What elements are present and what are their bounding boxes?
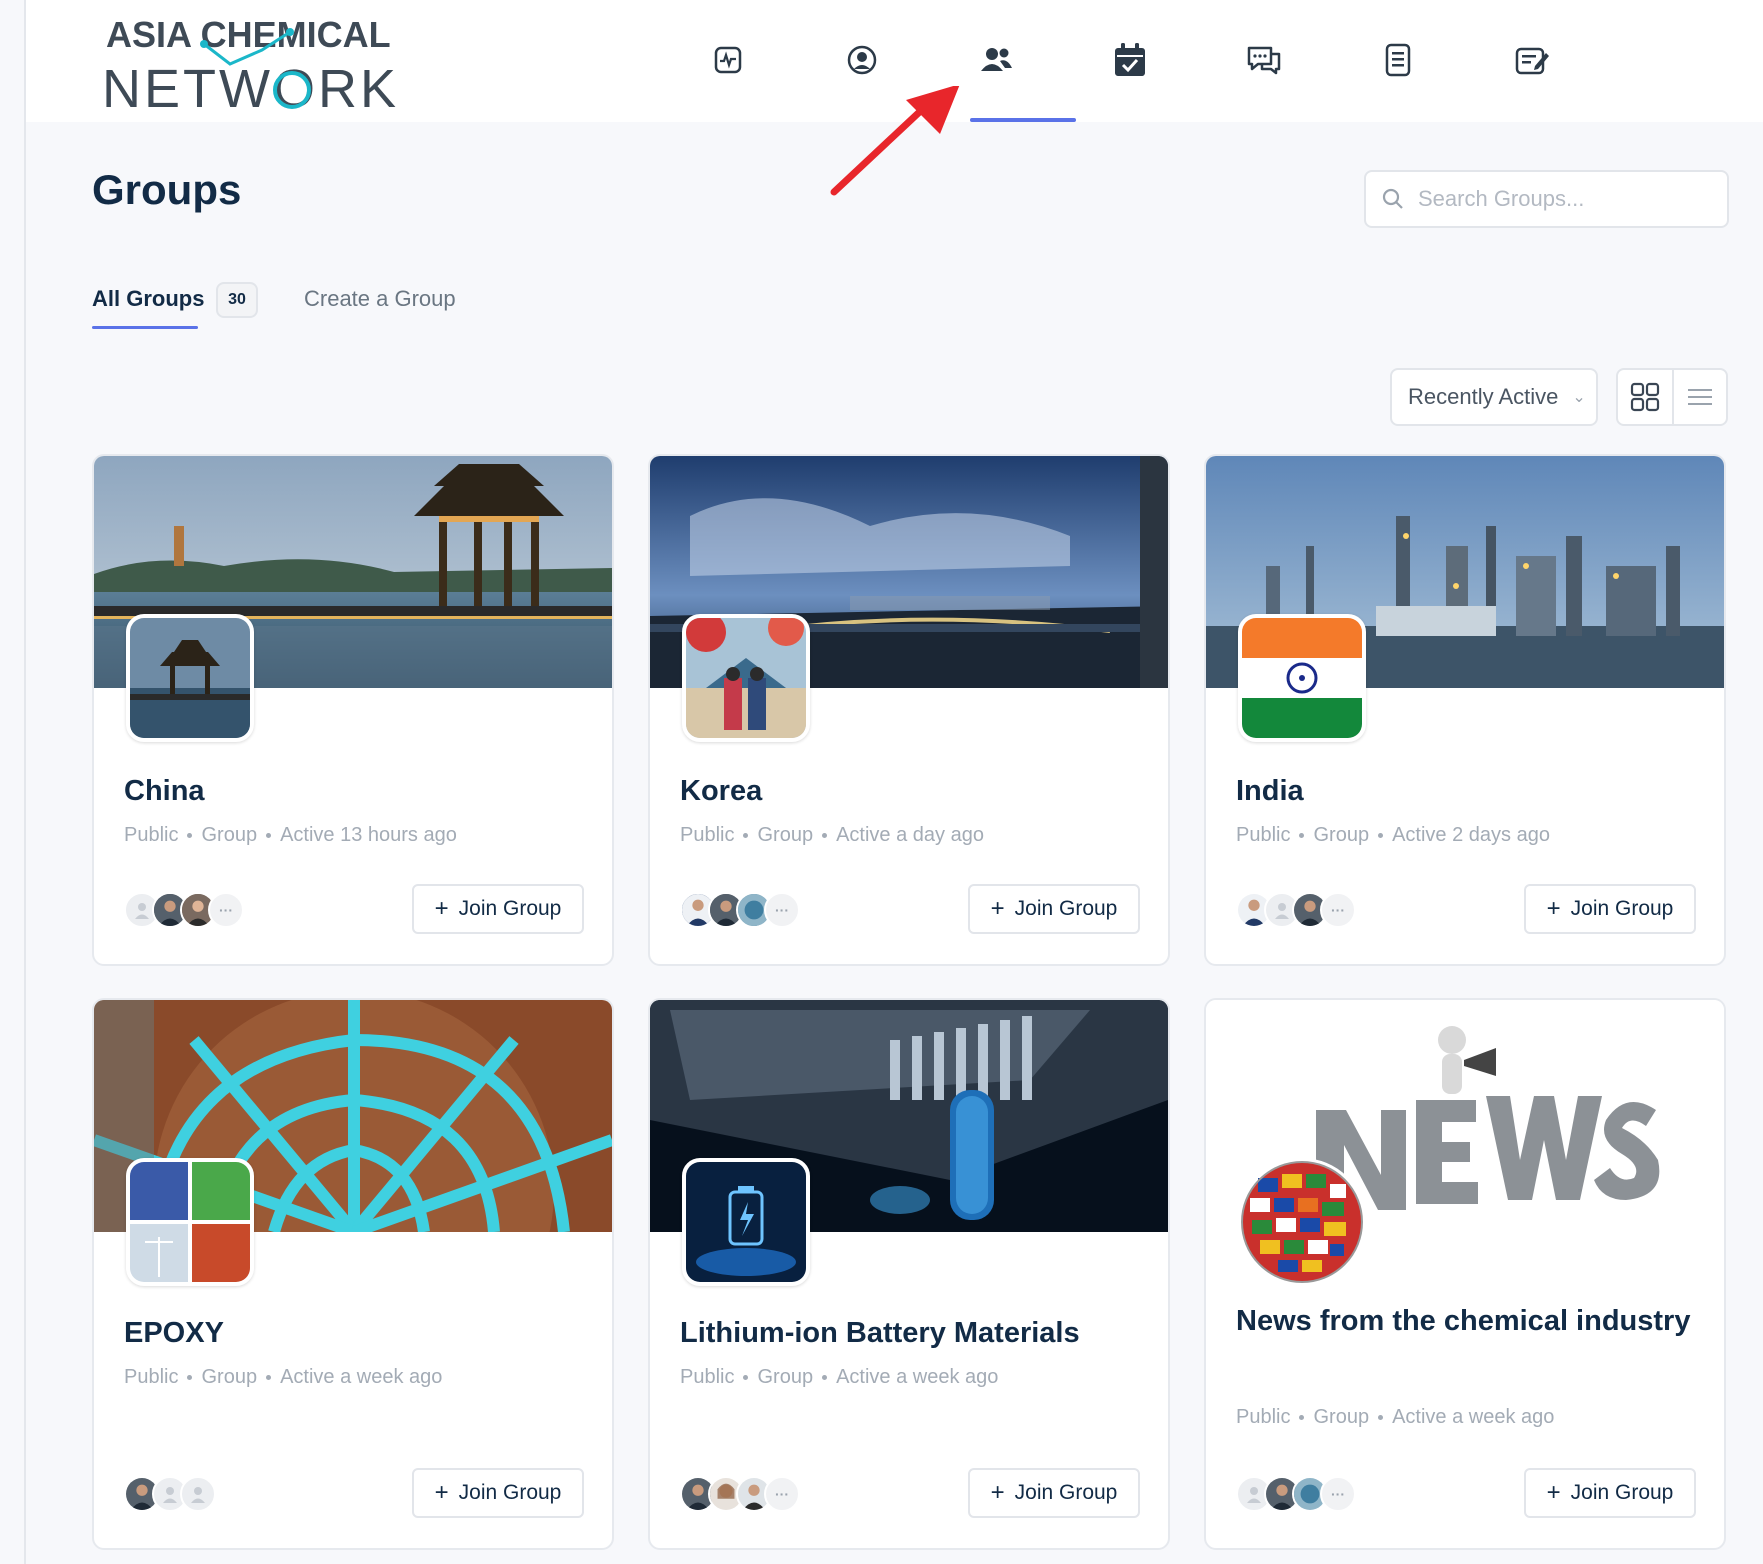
group-card[interactable]: China Public Group Active 13 hours ago ···… [92, 454, 614, 966]
activity-icon[interactable] [706, 38, 750, 82]
group-type: Group [757, 1366, 814, 1388]
group-title[interactable]: Korea [680, 770, 762, 812]
group-meta: Public Group Active 2 days ago [1236, 824, 1550, 847]
group-type: Group [201, 824, 258, 846]
group-visibility: Public [1236, 824, 1291, 846]
messages-icon[interactable] [1242, 38, 1286, 82]
group-type: Group [1313, 1406, 1370, 1428]
join-group-button[interactable]: + Join Group [1524, 1468, 1696, 1518]
group-activity: Active 2 days ago [1392, 824, 1550, 846]
group-visibility: Public [1236, 1406, 1291, 1428]
group-meta: Public Group Active a week ago [1236, 1406, 1554, 1429]
logo-molecule-graphic [200, 28, 311, 109]
group-avatar [1238, 1158, 1366, 1286]
join-group-button[interactable]: + Join Group [412, 1468, 584, 1518]
group-avatar [682, 614, 810, 742]
group-members[interactable]: ··· [124, 890, 244, 930]
member-avatar-placeholder-icon [180, 1476, 216, 1512]
more-members-icon: ··· [1320, 1476, 1356, 1512]
left-border [24, 0, 26, 1564]
sort-dropdown[interactable]: Recently Active ⌄ [1390, 368, 1598, 426]
group-members[interactable]: ··· [680, 1474, 800, 1514]
group-type: Group [1313, 824, 1370, 846]
group-title[interactable]: Lithium-ion Battery Materials [680, 1312, 1080, 1354]
chevron-down-icon: ⌄ [1572, 389, 1586, 406]
group-meta: Public Group Active a day ago [680, 824, 984, 847]
group-members[interactable] [124, 1474, 216, 1514]
join-group-button[interactable]: + Join Group [968, 1468, 1140, 1518]
group-card[interactable]: Lithium-ion Battery Materials Public Grou… [648, 998, 1170, 1550]
active-tab-underline [92, 326, 198, 329]
group-card[interactable]: India Public Group Active 2 days ago ··· +… [1204, 454, 1726, 966]
tab-all-groups[interactable]: All Groups [92, 286, 204, 312]
group-title[interactable]: EPOXY [124, 1312, 224, 1354]
join-group-button[interactable]: + Join Group [412, 884, 584, 934]
group-type: Group [201, 1366, 258, 1388]
group-card[interactable]: Korea Public Group Active a day ago ··· + J… [648, 454, 1170, 966]
group-activity: Active a week ago [1392, 1406, 1555, 1428]
page-title: Groups [92, 166, 242, 213]
group-type: Group [757, 824, 814, 846]
search-box[interactable] [1364, 170, 1729, 228]
search-input[interactable] [1418, 186, 1718, 212]
group-avatar [1238, 614, 1366, 742]
groups-icon[interactable] [974, 38, 1018, 82]
search-icon [1382, 188, 1403, 209]
list-icon [1687, 389, 1712, 405]
grid-view-button[interactable] [1618, 370, 1672, 424]
group-visibility: Public [680, 1366, 735, 1388]
annotation-arrow-icon [830, 86, 960, 196]
join-group-button[interactable]: + Join Group [1524, 884, 1696, 934]
all-groups-count-badge: 30 [216, 282, 258, 318]
app-frame: ASIA CHEMICAL NETWORK Groups Search Grou… [0, 0, 1763, 1564]
list-view-button[interactable] [1671, 370, 1726, 424]
group-visibility: Public [124, 1366, 179, 1388]
group-card[interactable]: News from the chemical industry Public Gr… [1204, 998, 1726, 1550]
group-members[interactable]: ··· [1236, 890, 1356, 930]
join-group-button[interactable]: + Join Group [968, 884, 1140, 934]
more-members-icon: ··· [764, 1476, 800, 1512]
group-title[interactable]: China [124, 770, 205, 812]
grid-icon [1630, 382, 1660, 412]
group-avatar [682, 1158, 810, 1286]
group-title[interactable]: News from the chemical industry [1236, 1300, 1706, 1342]
documents-icon[interactable] [1376, 38, 1420, 82]
view-toggle [1616, 368, 1728, 426]
events-icon[interactable] [1108, 38, 1152, 82]
group-avatar [126, 614, 254, 742]
active-nav-underline [970, 118, 1076, 122]
forums-icon[interactable] [1510, 38, 1554, 82]
more-members-icon: ··· [764, 892, 800, 928]
group-members[interactable]: ··· [1236, 1474, 1356, 1514]
group-meta: Public Group Active 13 hours ago [124, 824, 457, 847]
tab-create-group[interactable]: Create a Group [304, 286, 456, 312]
site-logo[interactable]: ASIA CHEMICAL NETWORK [102, 10, 436, 119]
group-title[interactable]: India [1236, 770, 1304, 812]
group-visibility: Public [680, 824, 735, 846]
group-activity: Active a week ago [836, 1366, 999, 1388]
sort-selected-value: Recently Active [1408, 384, 1559, 409]
group-activity: Active a day ago [836, 824, 984, 846]
group-avatar [126, 1158, 254, 1286]
group-visibility: Public [124, 824, 179, 846]
group-card[interactable]: EPOXY Public Group Active a week ago + Join… [92, 998, 614, 1550]
group-activity: Active a week ago [280, 1366, 443, 1388]
group-activity: Active 13 hours ago [280, 824, 457, 846]
profile-icon[interactable] [840, 38, 884, 82]
group-meta: Public Group Active a week ago [124, 1366, 442, 1389]
more-members-icon: ··· [1320, 892, 1356, 928]
more-members-icon: ··· [208, 892, 244, 928]
group-meta: Public Group Active a week ago [680, 1366, 998, 1389]
group-members[interactable]: ··· [680, 890, 800, 930]
